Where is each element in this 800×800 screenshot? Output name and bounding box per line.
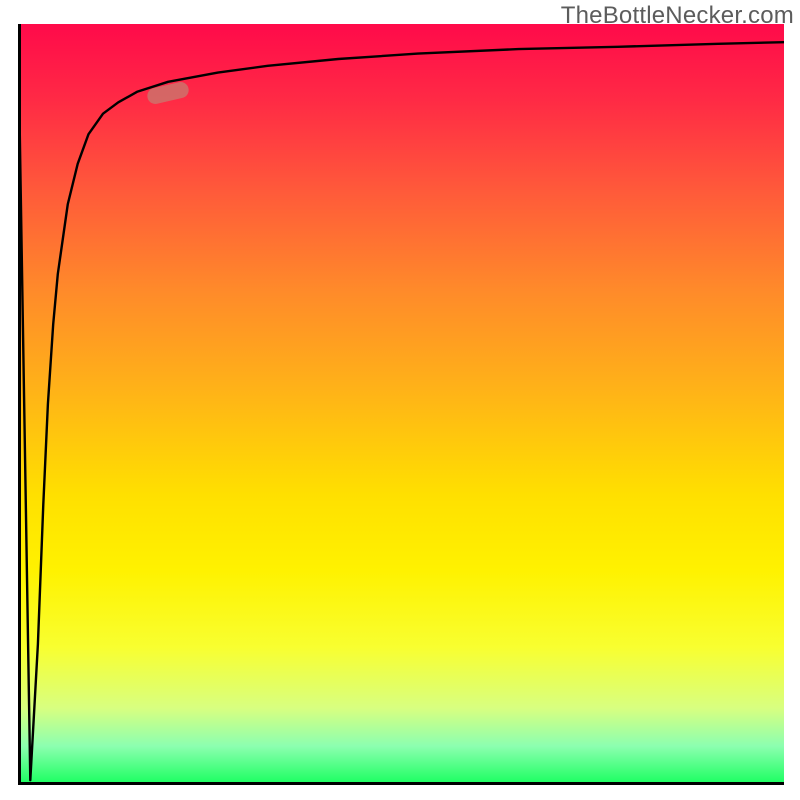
watermark-text: TheBottleNecker.com <box>561 2 794 30</box>
x-axis <box>18 782 784 785</box>
y-axis <box>18 24 21 784</box>
plot-area <box>18 24 784 784</box>
chart-container: TheBottleNecker.com <box>0 0 800 800</box>
